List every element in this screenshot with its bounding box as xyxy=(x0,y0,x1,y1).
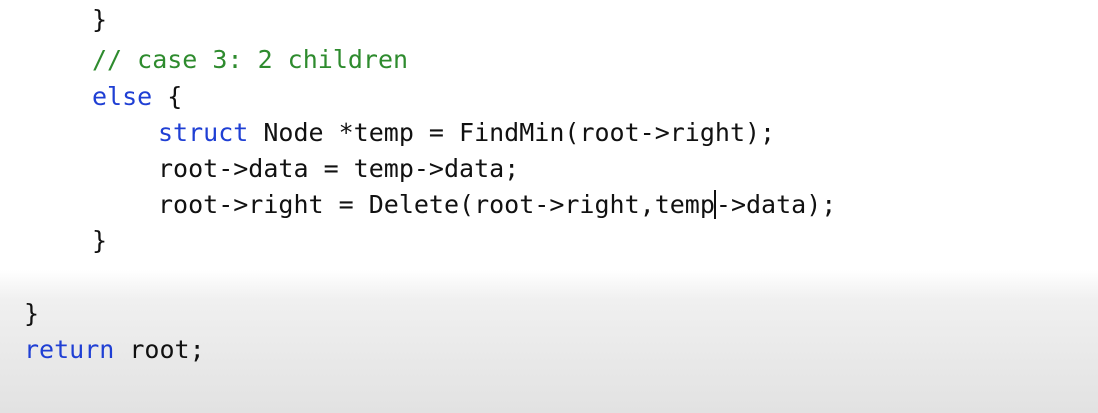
delete-line-part-a: root->right = Delete(root->right,temp xyxy=(158,190,715,219)
delete-line: root->right = Delete(root->right,temp->d… xyxy=(158,187,836,223)
code-editor: } // case 3: 2 children else { struct No… xyxy=(0,0,1098,413)
struct-line: struct Node *temp = FindMin(root->right)… xyxy=(158,115,775,151)
else-line: else { xyxy=(92,79,182,115)
closing-brace-else: } xyxy=(92,226,108,255)
keyword-struct: struct xyxy=(158,118,249,147)
delete-line-part-b: ->data); xyxy=(715,190,837,219)
comment-case3: // case 3: 2 children xyxy=(92,45,409,74)
keyword-else: else xyxy=(92,82,153,111)
return-rest: root; xyxy=(114,335,205,364)
data-assign-line: root->data = temp->data; xyxy=(158,154,520,183)
struct-rest: Node *temp = FindMin(root->right); xyxy=(248,118,776,147)
closing-brace-outer: } xyxy=(24,299,40,328)
keyword-return: return xyxy=(24,335,115,364)
return-line: return root; xyxy=(24,332,205,368)
closing-brace-case2: } xyxy=(92,5,108,34)
else-rest: { xyxy=(152,82,183,111)
